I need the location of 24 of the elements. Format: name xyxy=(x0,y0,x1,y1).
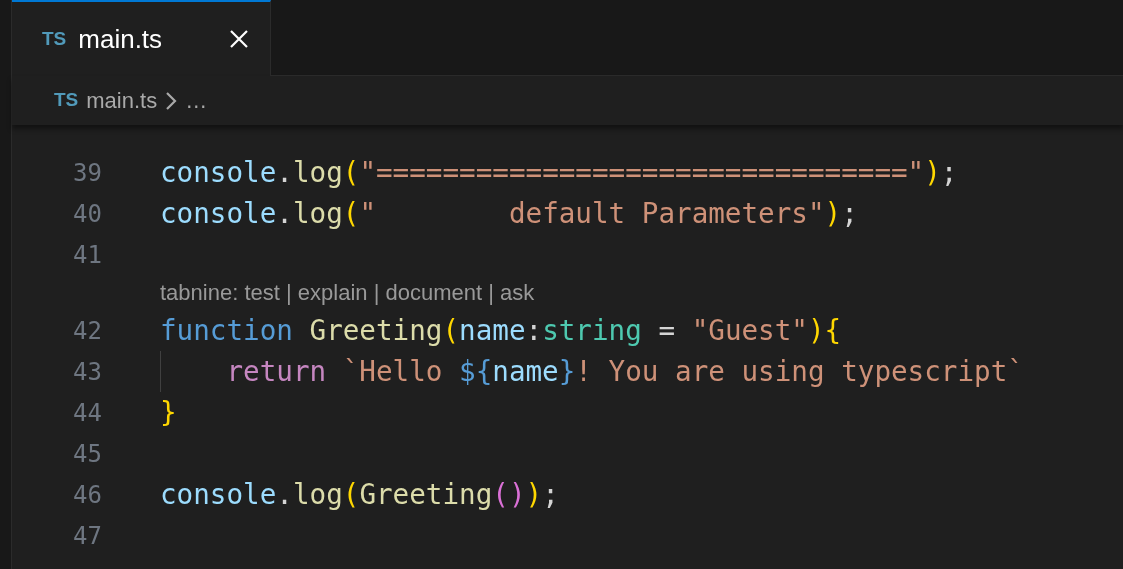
file-type-label: TS xyxy=(54,88,79,113)
tab-label: main.ts xyxy=(78,22,164,56)
chevron-right-icon xyxy=(165,90,178,111)
code-line: console.log("================================"); xyxy=(160,155,958,191)
line-number: 46 xyxy=(72,479,102,511)
editor-tab[interactable]: TS main.ts xyxy=(12,0,271,76)
line-number: 42 xyxy=(72,315,102,347)
code-lens-actions[interactable]: tabnine: test | explain | document | ask xyxy=(160,275,535,310)
close-icon[interactable] xyxy=(228,28,250,50)
line-number: 40 xyxy=(72,198,102,230)
code-line: function Greeting(name:string = "Guest"){ xyxy=(160,313,842,349)
breadcrumb-item[interactable]: … xyxy=(185,84,208,117)
code-line: } xyxy=(160,395,177,431)
line-number: 47 xyxy=(72,520,102,552)
code-line: console.log(" default Parameters"); xyxy=(160,196,858,232)
line-number: 45 xyxy=(72,438,102,470)
code-line: console.log(Greeting()); xyxy=(160,477,559,513)
code-line: return `Hello ${name}! You are using typescript` xyxy=(160,351,1024,392)
line-number: 43 xyxy=(72,356,102,388)
line-number: 39 xyxy=(72,157,102,189)
breadcrumb-item[interactable]: main.ts xyxy=(86,84,158,117)
file-type-label: TS xyxy=(42,26,67,51)
line-number: 44 xyxy=(72,397,102,429)
line-number: 41 xyxy=(72,239,102,271)
